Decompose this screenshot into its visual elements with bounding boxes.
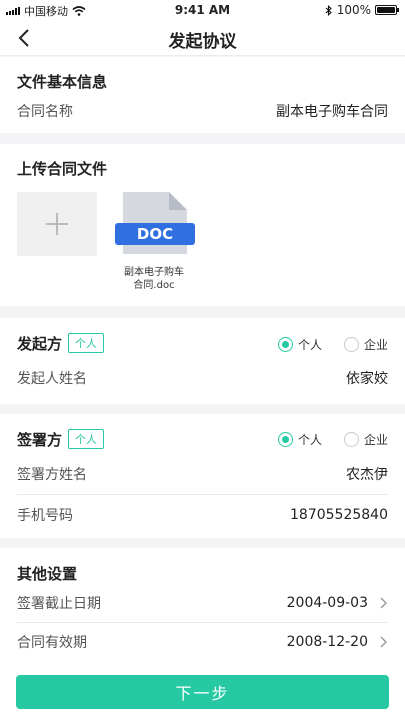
signer-title: 签署方 个人 <box>17 429 105 450</box>
bluetooth-icon <box>325 4 332 16</box>
deadline-row[interactable]: 签署截止日期 2004-09-03 <box>17 584 388 622</box>
upload-add-button[interactable] <box>17 192 97 256</box>
battery-icon <box>375 5 399 15</box>
doc-file-icon[interactable]: DOC <box>113 190 197 256</box>
signer-type-radios: 个人 企业 <box>277 431 388 448</box>
status-right: 100% <box>325 3 399 17</box>
doc-file-name: 副本电子购车 合同.doc <box>113 266 195 292</box>
radio-unchecked-icon <box>343 337 359 352</box>
basic-info-title: 文件基本信息 <box>17 73 108 91</box>
initiator-title-label: 发起方 <box>17 335 63 353</box>
radio-checked-icon <box>277 337 293 352</box>
chevron-right-icon <box>380 636 387 648</box>
divider <box>17 494 388 495</box>
upload-title: 上传合同文件 <box>17 160 108 178</box>
validity-row[interactable]: 合同有效期 2008-12-20 <box>17 623 388 661</box>
signer-name-label: 签署方姓名 <box>17 467 87 483</box>
validity-value: 2008-12-20 <box>286 634 368 650</box>
next-step-button[interactable]: 下一步 <box>16 675 389 709</box>
doc-file-name-line1: 副本电子购车 <box>124 267 184 278</box>
deadline-label: 签署截止日期 <box>17 596 101 612</box>
initiator-tag: 个人 <box>68 333 105 353</box>
signer-name-row[interactable]: 签署方姓名 农杰伊 <box>17 455 388 493</box>
initiator-name-row[interactable]: 发起人姓名 依家姣 <box>17 359 388 397</box>
contract-name-value: 副本电子购车合同 <box>276 104 388 120</box>
page-title: 发起协议 <box>168 32 237 52</box>
phone-label: 手机号码 <box>17 508 73 524</box>
doc-file-name-line2: 合同.doc <box>133 280 175 291</box>
initiator-type-radios: 个人 企业 <box>277 336 388 353</box>
signer-tag: 个人 <box>68 429 105 449</box>
validity-label: 合同有效期 <box>17 635 87 651</box>
initiator-radio-company[interactable]: 企业 <box>343 336 388 353</box>
nav-bar: 发起协议 <box>0 20 405 56</box>
initiator-radio-personal-label: 个人 <box>297 338 322 352</box>
other-settings-title: 其他设置 <box>17 565 78 583</box>
initiator-radio-company-label: 企业 <box>363 338 388 352</box>
deadline-value: 2004-09-03 <box>286 595 368 611</box>
initiator-title: 发起方 个人 <box>17 333 105 354</box>
phone-row[interactable]: 手机号码 18705525840 <box>17 496 388 534</box>
signer-name-value: 农杰伊 <box>346 467 388 483</box>
initiator-name-value: 依家姣 <box>346 371 388 387</box>
phone-value: 18705525840 <box>290 507 388 523</box>
initiator-name-label: 发起人姓名 <box>17 371 87 387</box>
signer-radio-company[interactable]: 企业 <box>343 431 388 448</box>
contract-name-label: 合同名称 <box>17 104 73 120</box>
radio-unchecked-icon <box>343 432 359 447</box>
initiator-radio-personal[interactable]: 个人 <box>277 336 322 353</box>
battery-percent: 100% <box>336 3 371 17</box>
signer-radio-company-label: 企业 <box>363 433 388 447</box>
doc-type-label: DOC <box>137 225 173 243</box>
signer-title-label: 签署方 <box>17 431 63 449</box>
contract-name-row[interactable]: 合同名称 副本电子购车合同 <box>17 92 388 130</box>
signer-radio-personal-label: 个人 <box>297 433 322 447</box>
signer-radio-personal[interactable]: 个人 <box>277 431 322 448</box>
status-bar: 中国移动 9:41 AM 100% <box>0 0 405 20</box>
chevron-right-icon <box>380 597 387 609</box>
radio-checked-icon <box>277 432 293 447</box>
